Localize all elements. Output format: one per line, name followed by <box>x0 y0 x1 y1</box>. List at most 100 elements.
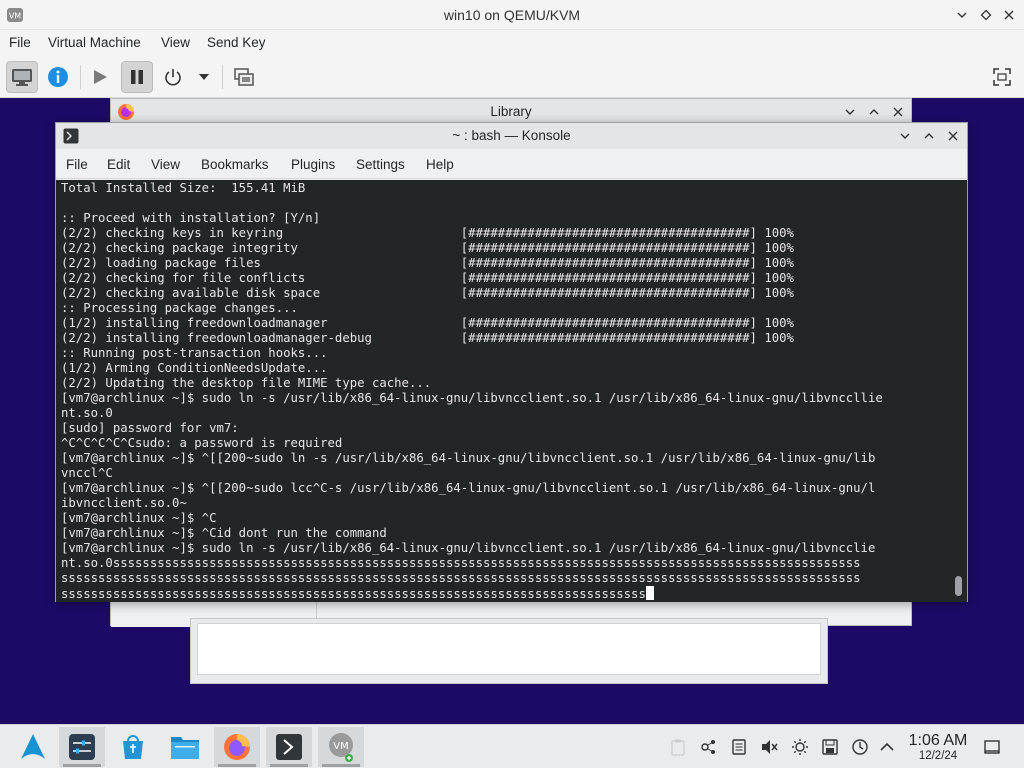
terminal-cursor <box>645 586 654 600</box>
pause-icon <box>131 70 143 84</box>
tray-brightness[interactable] <box>790 737 810 757</box>
chevron-down-icon <box>957 12 967 18</box>
tray-updates[interactable] <box>850 737 870 757</box>
terminal-area[interactable]: Total Installed Size: 155.41 MiB:: Proce… <box>56 180 967 602</box>
terminal-line: ibvncclient.so.0~ <box>61 496 187 510</box>
shutdown-dropdown-button[interactable] <box>190 61 218 93</box>
task-system-settings[interactable] <box>59 727 105 767</box>
firefox-icon <box>224 734 250 760</box>
tray-expand[interactable] <box>877 737 897 757</box>
brightness-icon <box>792 739 808 755</box>
host-toolbar <box>0 56 1024 98</box>
konsole-menu-settings[interactable]: Settings <box>356 157 405 172</box>
pause-button[interactable] <box>121 61 153 93</box>
library-maximize-button[interactable] <box>865 103 883 121</box>
snapshots-button[interactable] <box>228 61 260 93</box>
terminal-line: (2/2) Updating the desktop file MIME typ… <box>61 376 432 390</box>
background-dialog <box>190 618 828 684</box>
task-discover[interactable] <box>110 727 156 767</box>
terminal-line: (2/2) checking available disk space [###… <box>61 286 794 300</box>
terminal-line: [vm7@archlinux ~]$ ^[[200~sudo ln -s /us… <box>61 451 876 465</box>
application-launcher[interactable] <box>10 727 56 767</box>
terminal-line: (2/2) checking for file conflicts [#####… <box>61 271 794 285</box>
toolbar-separator <box>80 65 81 89</box>
menu-file[interactable]: File <box>9 35 31 50</box>
show-console-button[interactable] <box>6 61 38 93</box>
guest-display[interactable]: Library ~ : bash — Konsole File Edit Vie… <box>0 98 1024 768</box>
terminal-line: ^C^C^C^C^Csudo: a password is required <box>61 436 343 450</box>
task-firefox[interactable] <box>214 727 260 767</box>
volume-muted-icon <box>762 740 778 754</box>
terminal-line: [sudo] password for vm7: <box>61 421 239 435</box>
minimize-button[interactable] <box>953 6 971 24</box>
fullscreen-button[interactable] <box>986 61 1018 93</box>
library-minimize-button[interactable] <box>841 103 859 121</box>
task-virt-manager[interactable]: VM <box>318 727 364 767</box>
terminal-line: (2/2) loading package files [###########… <box>61 256 794 270</box>
close-icon <box>893 107 903 117</box>
maximize-button[interactable] <box>977 6 995 24</box>
terminal-line: (2/2) checking package integrity [######… <box>61 241 794 255</box>
terminal-line: (2/2) checking keys in keyring [########… <box>61 226 794 240</box>
terminal-line: :: Running post-transaction hooks... <box>61 346 328 360</box>
diamond-icon <box>980 9 992 21</box>
show-desktop-button[interactable] <box>982 737 1002 757</box>
host-titlebar: VM win10 on QEMU/KVM <box>0 0 1024 30</box>
chevron-up-icon <box>880 742 894 751</box>
clock-time[interactable]: 1:06 AM <box>900 732 976 750</box>
task-file-manager[interactable] <box>162 727 208 767</box>
task-konsole[interactable] <box>266 727 312 767</box>
toolbar-separator <box>222 65 223 89</box>
terminal-line: ssssssssssssssssssssssssssssssssssssssss… <box>61 571 861 585</box>
show-details-button[interactable] <box>42 61 74 93</box>
run-button[interactable] <box>84 61 116 93</box>
tray-clipboard[interactable] <box>668 737 688 757</box>
konsole-close-button[interactable] <box>944 127 962 145</box>
konsole-menu-edit[interactable]: Edit <box>107 157 130 172</box>
konsole-menu-help[interactable]: Help <box>426 157 454 172</box>
terminal-line: :: Processing package changes... <box>61 301 298 315</box>
tray-volume[interactable] <box>759 737 779 757</box>
show-desktop-icon <box>984 740 1000 754</box>
chevron-down-icon <box>845 109 855 115</box>
close-icon <box>948 131 958 141</box>
close-button[interactable] <box>1000 6 1018 24</box>
terminal-line: nt.so.0 <box>61 406 113 420</box>
terminal-line: (1/2) installing freedownloadmanager [##… <box>61 316 794 330</box>
save-icon <box>822 739 838 755</box>
terminal-line: (1/2) Arming ConditionNeedsUpdate... <box>61 361 328 375</box>
terminal-line: Total Installed Size: 155.41 MiB <box>61 181 306 195</box>
clock-date[interactable]: 12/2/24 <box>900 750 976 762</box>
konsole-menu-file[interactable]: File <box>66 157 88 172</box>
system-settings-icon <box>69 734 95 760</box>
konsole-menu-bookmarks[interactable]: Bookmarks <box>201 157 269 172</box>
terminal-line: vnccl^C <box>61 466 113 480</box>
close-icon <box>1004 10 1014 20</box>
tray-network[interactable] <box>699 737 719 757</box>
tray-storage[interactable] <box>729 737 749 757</box>
virt-manager-icon: VM <box>329 733 353 762</box>
konsole-menu-plugins[interactable]: Plugins <box>291 157 335 172</box>
terminal-scrollbar[interactable] <box>952 180 966 602</box>
konsole-window[interactable]: ~ : bash — Konsole File Edit View Bookma… <box>55 122 968 602</box>
terminal-line: [vm7@archlinux ~]$ sudo ln -s /usr/lib/x… <box>61 541 876 555</box>
tray-save[interactable] <box>820 737 840 757</box>
konsole-maximize-button[interactable] <box>920 127 938 145</box>
terminal-line: :: Proceed with installation? [Y/n] <box>61 211 321 225</box>
konsole-minimize-button[interactable] <box>896 127 914 145</box>
shutdown-button[interactable] <box>157 61 189 93</box>
info-icon <box>48 67 68 87</box>
terminal-line: [vm7@archlinux ~]$ ^C <box>61 511 217 525</box>
play-icon <box>94 70 107 84</box>
menu-view[interactable]: View <box>161 35 190 50</box>
terminal-line: nt.so.0sssssssssssssssssssssssssssssssss… <box>61 556 861 570</box>
updates-icon <box>852 739 868 755</box>
terminal-line: [vm7@archlinux ~]$ ^Cid dont run the com… <box>61 526 387 540</box>
terminal-line: ssssssssssssssssssssssssssssssssssssssss… <box>61 586 946 601</box>
scrollbar-handle[interactable] <box>955 576 962 596</box>
menu-virtual-machine[interactable]: Virtual Machine <box>48 35 141 50</box>
konsole-title: ~ : bash — Konsole <box>452 128 571 143</box>
konsole-menu-view[interactable]: View <box>151 157 180 172</box>
menu-send-key[interactable]: Send Key <box>207 35 266 50</box>
library-close-button[interactable] <box>889 103 907 121</box>
